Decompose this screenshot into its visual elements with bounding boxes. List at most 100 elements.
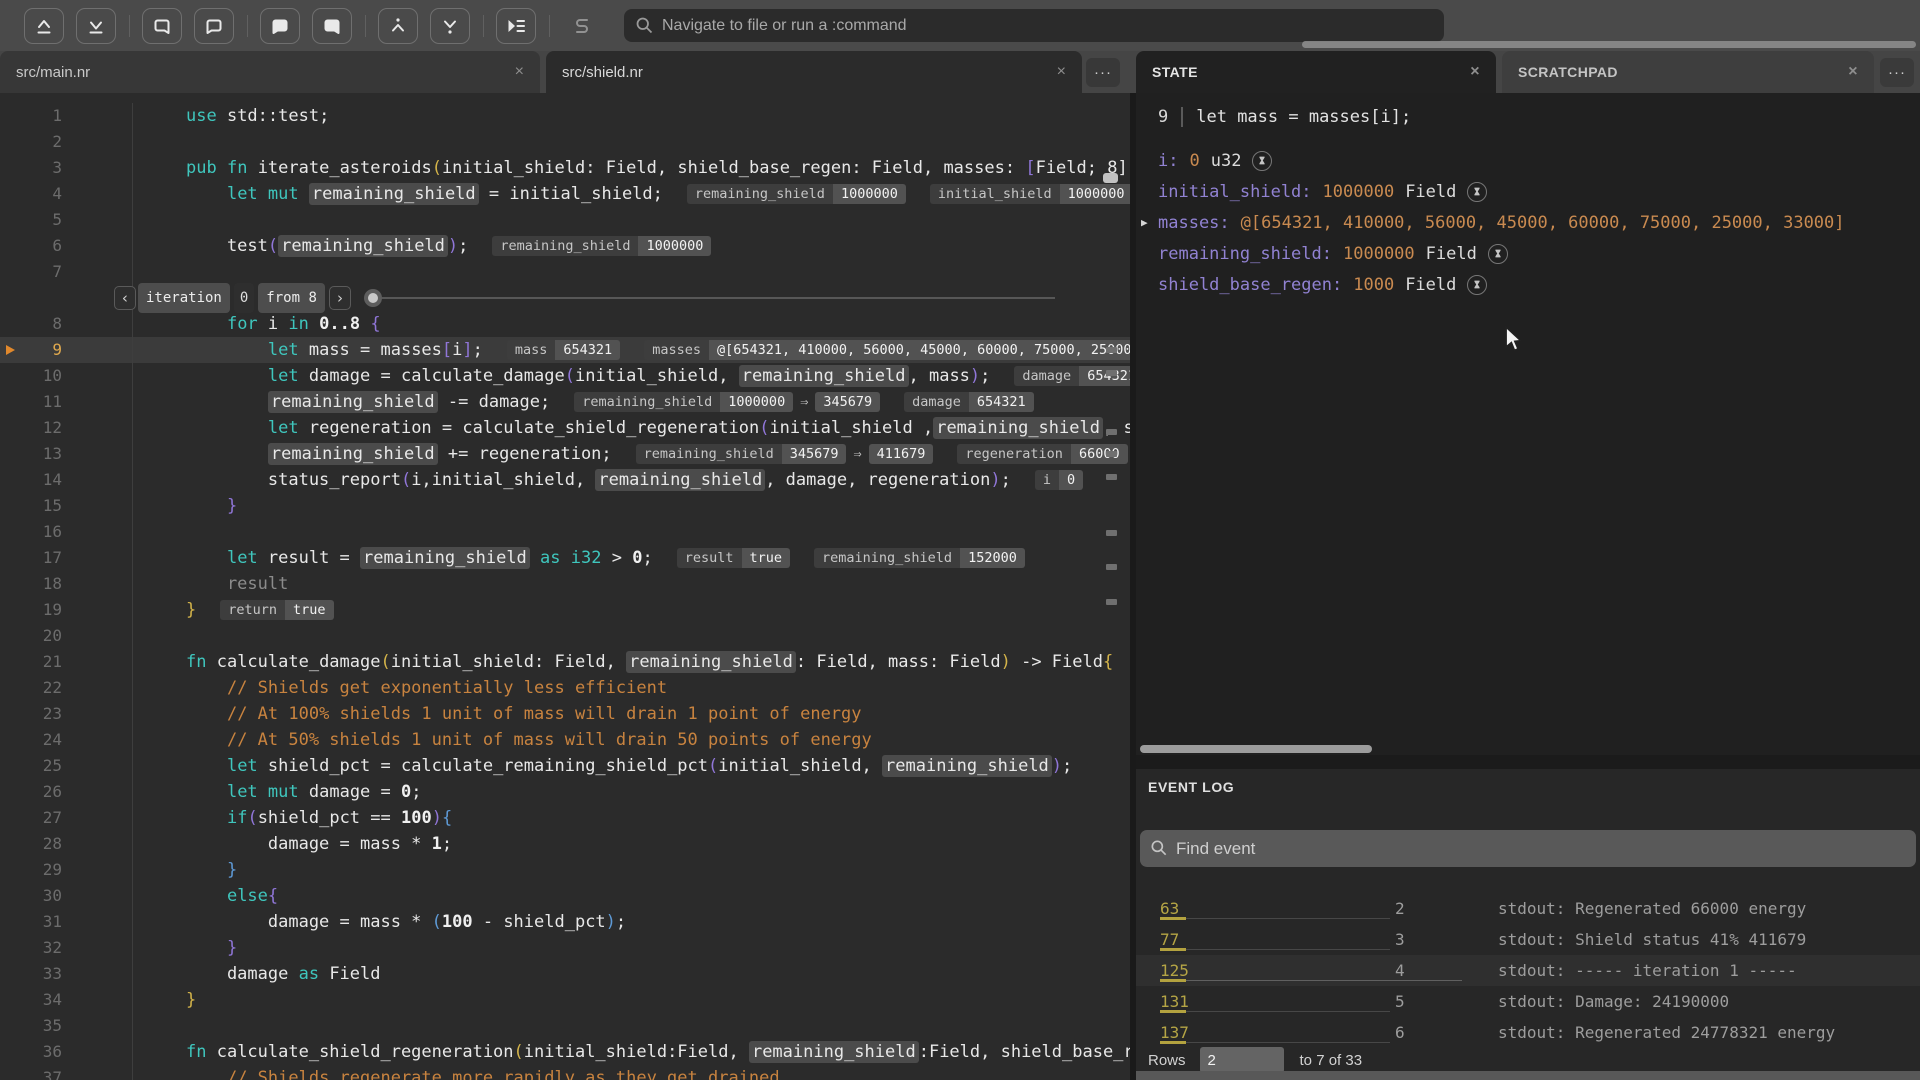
line-number[interactable]: 5 — [0, 207, 62, 233]
line-number[interactable]: 15 — [0, 493, 62, 519]
state-variable[interactable]: ▶masses:@[654321, 410000, 56000, 45000, … — [1158, 207, 1912, 238]
state-variable[interactable]: shield_base_regen:1000Field — [1158, 269, 1912, 300]
state-horizontal-scrollbar[interactable] — [1140, 745, 1372, 753]
line-number[interactable]: 26 — [0, 779, 62, 805]
line-number[interactable]: 4 — [0, 181, 62, 207]
iteration-prev-button[interactable]: ‹ — [114, 286, 136, 310]
panel-tabs-more-button[interactable]: ··· — [1880, 58, 1914, 87]
close-icon[interactable]: × — [1057, 63, 1066, 81]
editor-tabs-more-button[interactable]: ··· — [1086, 58, 1120, 87]
code-line-1[interactable]: 1use std::test; — [0, 103, 1130, 129]
line-number[interactable]: 17 — [0, 545, 62, 571]
line-number[interactable]: 12 — [0, 415, 62, 441]
code-line-17[interactable]: 17 let result = remaining_shield as i32 … — [0, 545, 1130, 571]
line-number[interactable]: 8 — [0, 311, 62, 337]
code-line-32[interactable]: 32 } — [0, 935, 1130, 961]
tab-src-shield[interactable]: src/shield.nr × — [546, 51, 1082, 93]
code-line-9[interactable]: 9 let mass = masses[i];mass654321masses@… — [0, 337, 1130, 363]
expand-arrow-icon[interactable]: ▶ — [1141, 216, 1148, 229]
code-line-30[interactable]: 30 else{ — [0, 883, 1130, 909]
state-eventlog-divider[interactable] — [1136, 755, 1920, 769]
top-horizontal-scrollbar[interactable] — [1302, 41, 1916, 48]
line-number[interactable]: 32 — [0, 935, 62, 961]
code-line-23[interactable]: 23 // At 100% shields 1 unit of mass wil… — [0, 701, 1130, 727]
line-number[interactable]: 7 — [0, 259, 62, 285]
command-input[interactable] — [624, 9, 1444, 42]
code-line-8[interactable]: 8 for i in 0..8 { — [0, 311, 1130, 337]
line-number[interactable]: 23 — [0, 701, 62, 727]
code-line-20[interactable]: 20 — [0, 623, 1130, 649]
line-number[interactable]: 1 — [0, 103, 62, 129]
step-out-button[interactable] — [312, 8, 352, 44]
code-line-21[interactable]: 21fn calculate_damage(initial_shield: Fi… — [0, 649, 1130, 675]
event-row[interactable]: 773stdout: Shield status 41% 411679 — [1136, 924, 1920, 955]
code-line-19[interactable]: 19}returntrue — [0, 597, 1130, 623]
step-into-button[interactable] — [260, 8, 300, 44]
code-line-27[interactable]: 27 if(shield_pct == 100){ — [0, 805, 1130, 831]
event-row[interactable]: 1376stdout: Regenerated 24778321 energy — [1136, 1017, 1920, 1048]
iteration-slider[interactable] — [367, 297, 1055, 299]
line-number[interactable]: 31 — [0, 909, 62, 935]
run-to-cursor-button[interactable] — [496, 8, 536, 44]
line-number[interactable]: 14 — [0, 467, 62, 493]
code-line-14[interactable]: 14 status_report(i,initial_shield, remai… — [0, 467, 1130, 493]
line-number[interactable]: 35 — [0, 1013, 62, 1039]
line-number[interactable] — [0, 285, 62, 311]
line-number[interactable]: 25 — [0, 753, 62, 779]
watch-icon[interactable] — [1488, 244, 1508, 264]
line-number[interactable]: 29 — [0, 857, 62, 883]
scrollbar-thumb[interactable] — [1103, 173, 1118, 183]
reverse-step-into-button[interactable] — [194, 8, 234, 44]
jump-back-button[interactable] — [378, 8, 418, 44]
code-line-35[interactable]: 35 — [0, 1013, 1130, 1039]
code-line-36[interactable]: 36fn calculate_shield_regeneration(initi… — [0, 1039, 1130, 1065]
line-number[interactable]: 6 — [0, 233, 62, 259]
iteration-slider-handle[interactable] — [364, 289, 382, 307]
code-line-16[interactable]: 16 — [0, 519, 1130, 545]
line-number[interactable]: 20 — [0, 623, 62, 649]
code-line-29[interactable]: 29 } — [0, 857, 1130, 883]
close-icon[interactable]: × — [515, 63, 524, 81]
code-line-31[interactable]: 31 damage = mass * (100 - shield_pct); — [0, 909, 1130, 935]
line-number[interactable]: 18 — [0, 571, 62, 597]
line-number[interactable]: 33 — [0, 961, 62, 987]
code-line-15[interactable]: 15 } — [0, 493, 1130, 519]
step-up-button[interactable] — [24, 8, 64, 44]
line-number[interactable]: 24 — [0, 727, 62, 753]
line-number[interactable]: 11 — [0, 389, 62, 415]
code-line-18[interactable]: 18 result — [0, 571, 1130, 597]
code-line-34[interactable]: 34} — [0, 987, 1130, 1013]
find-event-input[interactable] — [1140, 830, 1916, 867]
step-down-button[interactable] — [76, 8, 116, 44]
event-search[interactable] — [1140, 830, 1916, 867]
code-line-2[interactable]: 2 — [0, 129, 1130, 155]
code-line-24[interactable]: 24 // At 50% shields 1 unit of mass will… — [0, 727, 1130, 753]
restart-button[interactable] — [562, 8, 602, 44]
line-number[interactable]: 13 — [0, 441, 62, 467]
line-number[interactable]: 2 — [0, 129, 62, 155]
watch-icon[interactable] — [1467, 182, 1487, 202]
line-number[interactable]: 30 — [0, 883, 62, 909]
tab-scratchpad[interactable]: SCRATCHPAD × — [1502, 51, 1874, 93]
line-number[interactable]: 16 — [0, 519, 62, 545]
code-line-7[interactable]: 7 — [0, 259, 1130, 285]
code-line-37[interactable]: 37 // Shields regenerate more rapidly as… — [0, 1065, 1130, 1080]
reverse-step-out-button[interactable] — [142, 8, 182, 44]
line-number[interactable]: 19 — [0, 597, 62, 623]
event-row[interactable]: 1315stdout: Damage: 24190000 — [1136, 986, 1920, 1017]
event-row[interactable]: 1254stdout: ----- iteration 1 ----- — [1136, 955, 1920, 986]
state-variable[interactable]: remaining_shield:1000000Field — [1158, 238, 1912, 269]
line-number[interactable]: 3 — [0, 155, 62, 181]
state-variable[interactable]: initial_shield:1000000Field — [1158, 176, 1912, 207]
code-line-11[interactable]: 11 remaining_shield -= damage;remaining_… — [0, 389, 1130, 415]
code-line-3[interactable]: 3pub fn iterate_asteroids(initial_shield… — [0, 155, 1130, 181]
line-number[interactable]: 34 — [0, 987, 62, 1013]
line-number[interactable]: 28 — [0, 831, 62, 857]
line-number[interactable]: 21 — [0, 649, 62, 675]
line-number[interactable]: 10 — [0, 363, 62, 389]
line-number[interactable]: 27 — [0, 805, 62, 831]
state-variable[interactable]: i:0u32 — [1158, 145, 1912, 176]
line-number[interactable]: 37 — [0, 1065, 62, 1080]
code-line-33[interactable]: 33 damage as Field — [0, 961, 1130, 987]
jump-forward-button[interactable] — [430, 8, 470, 44]
